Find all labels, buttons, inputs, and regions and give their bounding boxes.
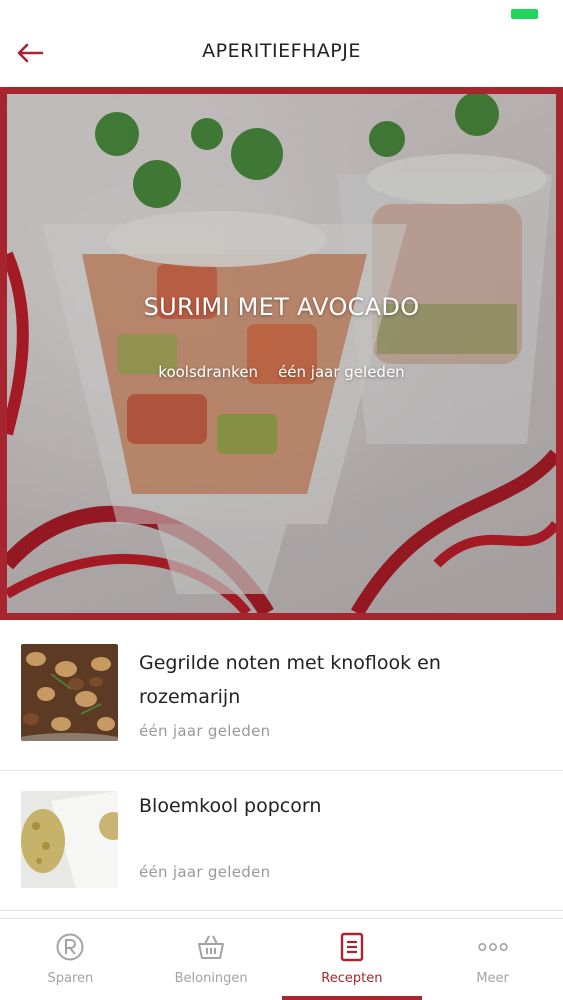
app-header: APERITIEFHAPJE: [0, 28, 563, 86]
recipe-thumbnail: [21, 644, 118, 741]
recipe-thumbnail: [21, 791, 118, 888]
nav-label: Recepten: [321, 971, 383, 986]
nav-sparen[interactable]: Sparen: [0, 919, 141, 1000]
recipe-title: Gegrilde noten met knoflook en rozemarij…: [139, 652, 441, 708]
featured-recipe-time: één jaar geleden: [278, 363, 405, 381]
nav-meer[interactable]: Meer: [422, 919, 563, 1000]
page-title: APERITIEFHAPJE: [202, 40, 361, 62]
recipe-document-icon: [336, 931, 368, 963]
recipe-title: Bloemkool popcorn: [139, 795, 322, 817]
recipe-list-item[interactable]: Bloemkool popcorn één jaar geleden: [0, 771, 563, 911]
savings-r-icon: [54, 931, 86, 963]
featured-recipe-category: koolsdranken: [158, 363, 259, 381]
bottom-navigation: Sparen Beloningen Recepten Meer: [0, 918, 563, 1000]
battery-icon: [511, 9, 538, 19]
featured-recipe-meta: koolsdranken één jaar geleden: [0, 363, 563, 381]
recipe-list: Gegrilde noten met knoflook en rozemarij…: [0, 628, 563, 911]
featured-recipe-image: [7, 94, 556, 613]
status-bar: [0, 0, 563, 28]
nav-beloningen[interactable]: Beloningen: [141, 919, 282, 1000]
basket-icon: [195, 931, 227, 963]
nav-recepten[interactable]: Recepten: [281, 919, 423, 1000]
nav-label: Meer: [476, 971, 509, 986]
recipe-list-item[interactable]: Gegrilde noten met knoflook en rozemarij…: [0, 628, 563, 771]
featured-recipe-title: SURIMI MET AVOCADO: [143, 293, 420, 321]
nav-label: Beloningen: [174, 971, 248, 986]
recipe-time: één jaar geleden: [139, 863, 271, 881]
featured-recipe-card[interactable]: SURIMI MET AVOCADO koolsdranken één jaar …: [0, 87, 563, 620]
recipe-time: één jaar geleden: [139, 722, 271, 740]
nav-label: Sparen: [47, 971, 94, 986]
more-dots-icon: [477, 931, 509, 963]
